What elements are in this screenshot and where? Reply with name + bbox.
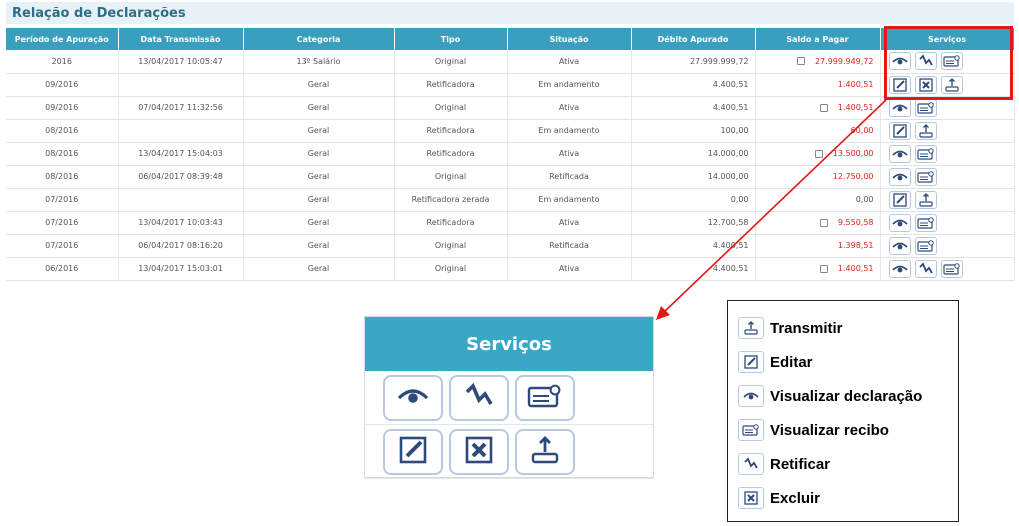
legend-label: Excluir <box>770 489 821 507</box>
legend-item: Transmitir <box>738 311 948 345</box>
legend-label: Retificar <box>770 455 831 473</box>
transmitir-button[interactable] <box>515 428 575 475</box>
legend-item: Retificar <box>738 447 948 481</box>
transmit-icon <box>738 317 764 339</box>
services-zoom-panel: Serviços <box>364 316 654 479</box>
recibo-icon <box>527 384 563 412</box>
legend-label: Visualizar recibo <box>770 421 889 439</box>
recibo-icon <box>738 419 764 441</box>
services-zoom-row-2 <box>365 425 653 479</box>
delete-icon <box>465 436 493 468</box>
eye-icon <box>738 385 764 407</box>
retificar-icon <box>738 453 764 475</box>
transmit-icon <box>531 435 559 468</box>
visualizar-recibo-button[interactable] <box>515 374 575 421</box>
legend-item: Editar <box>738 345 948 379</box>
edit-icon <box>738 351 764 373</box>
legend-label: Visualizar declaração <box>770 387 923 405</box>
edit-icon <box>399 436 427 468</box>
editar-button[interactable] <box>383 428 443 475</box>
excluir-button[interactable] <box>449 428 509 475</box>
legend-item: Visualizar declaração <box>738 379 948 413</box>
eye-icon <box>397 386 429 410</box>
legend-item: Visualizar recibo <box>738 413 948 447</box>
legend-label: Editar <box>770 353 813 371</box>
services-zoom-title: Serviços <box>365 317 653 371</box>
legend-item: Excluir <box>738 481 948 515</box>
retificar-button[interactable] <box>449 374 509 421</box>
delete-icon <box>738 487 764 509</box>
legend-label: Transmitir <box>770 319 843 337</box>
icon-legend: Transmitir Editar Visualizar declaração Vis… <box>727 300 959 522</box>
visualizar-declaracao-button[interactable] <box>383 374 443 421</box>
services-zoom-row-1 <box>365 371 653 425</box>
retificar-icon <box>465 382 493 414</box>
